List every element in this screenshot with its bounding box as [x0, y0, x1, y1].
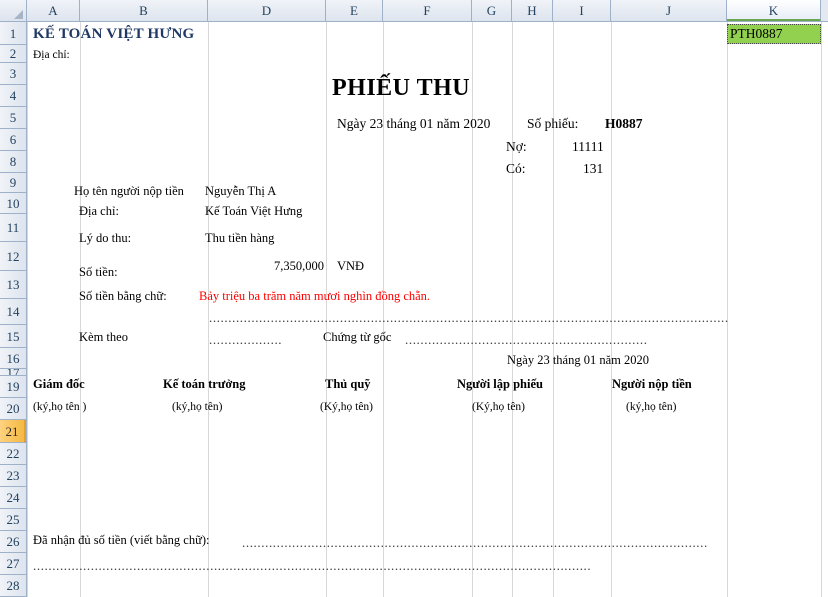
- attachment-doc-label: Chứng từ gốc: [323, 330, 392, 344]
- date-line: Ngày 23 tháng 01 năm 2020: [337, 116, 491, 131]
- signature-title-0: Giám đốc: [33, 377, 85, 391]
- signature-sub-4: (ký,họ tên): [626, 401, 677, 413]
- signature-title-4: Người nộp tiền: [612, 377, 692, 391]
- attachment-doc-dots: ........................................…: [405, 332, 648, 347]
- row-header-11[interactable]: 11: [0, 214, 26, 242]
- payer-label: Họ tên người nộp tiền: [74, 184, 184, 198]
- amount-label: Số tiền:: [79, 265, 118, 279]
- amount-words-label: Số tiền bằng chữ:: [79, 289, 167, 303]
- row-header-2[interactable]: 2: [0, 45, 26, 63]
- signature-sub-2: (Ký,họ tên): [320, 401, 374, 413]
- column-header-e[interactable]: E: [326, 0, 383, 21]
- row-header-3[interactable]: 3: [0, 63, 26, 85]
- bottom-date-line: Ngày 23 tháng 01 năm 2020: [507, 353, 649, 367]
- received-dots-line2: ........................................…: [33, 558, 592, 573]
- row-header-16[interactable]: 16: [0, 348, 26, 369]
- select-all-corner[interactable]: [0, 0, 27, 21]
- row-header-23[interactable]: 23: [0, 465, 26, 487]
- row-header-strip: 1234568910111213141516171920212223242526…: [0, 22, 27, 597]
- signature-sub-1: (ký,họ tên): [172, 401, 223, 413]
- company-address-label: Địa chỉ:: [33, 49, 70, 61]
- row-header-22[interactable]: 22: [0, 443, 26, 465]
- voucher-no-value: H0887: [605, 116, 643, 131]
- row-header-12[interactable]: 12: [0, 242, 26, 271]
- row-header-19[interactable]: 19: [0, 376, 26, 398]
- grid-line-v: [27, 22, 28, 597]
- row-header-13[interactable]: 13: [0, 271, 26, 299]
- row-header-15[interactable]: 15: [0, 325, 26, 348]
- row-header-20[interactable]: 20: [0, 398, 26, 420]
- row-header-28[interactable]: 28: [0, 575, 26, 597]
- column-header-g[interactable]: G: [472, 0, 512, 21]
- row-header-9[interactable]: 9: [0, 173, 26, 193]
- column-header-h[interactable]: H: [512, 0, 553, 21]
- grid-line-v: [80, 22, 81, 597]
- debit-label: Nợ:: [506, 139, 527, 154]
- grid-line-v: [821, 22, 822, 597]
- voucher-no-label: Số phiếu:: [527, 116, 579, 131]
- amount-value: 7,350,000: [274, 259, 324, 273]
- receipt-code-cell[interactable]: PTH0887: [727, 24, 821, 44]
- row-header-26[interactable]: 26: [0, 531, 26, 553]
- column-header-k[interactable]: K: [727, 0, 821, 21]
- row-header-27[interactable]: 27: [0, 553, 26, 575]
- column-header-strip: ABDEFGHIJK: [0, 0, 828, 22]
- attachment-dots: ...................: [209, 332, 283, 347]
- signature-sub-0: (ký,họ tên ): [33, 401, 87, 413]
- row-header-25[interactable]: 25: [0, 509, 26, 531]
- received-dots: ........................................…: [242, 535, 708, 550]
- signature-title-1: Kế toán trưởng: [163, 377, 246, 391]
- column-header-d[interactable]: D: [208, 0, 326, 21]
- dotted-line-14: ........................................…: [209, 310, 729, 325]
- payer-address-label: Địa chỉ:: [79, 204, 119, 218]
- row-header-5[interactable]: 5: [0, 107, 26, 129]
- signature-title-3: Người lập phiếu: [457, 377, 543, 391]
- currency-label: VNĐ: [337, 259, 365, 273]
- received-label: Đã nhận đủ số tiền (viết bằng chữ):: [33, 533, 210, 547]
- row-header-1[interactable]: 1: [0, 22, 26, 45]
- debit-value: 11111: [572, 139, 604, 154]
- column-header-i[interactable]: I: [553, 0, 611, 21]
- row-header-8[interactable]: 8: [0, 151, 26, 173]
- signature-sub-3: (Ký,họ tên): [472, 401, 526, 413]
- row-header-4[interactable]: 4: [0, 85, 26, 107]
- reason-label: Lý do thu:: [79, 231, 132, 245]
- sheet-grid[interactable]: KẾ TOÁN VIỆT HƯNG Địa chỉ: PTH0887 PHIẾU…: [27, 22, 828, 597]
- column-header-j[interactable]: J: [611, 0, 727, 21]
- column-header-a[interactable]: A: [27, 0, 80, 21]
- credit-value: 131: [583, 161, 604, 176]
- row-header-6[interactable]: 6: [0, 129, 26, 151]
- document-title: PHIẾU THU: [332, 75, 471, 101]
- payer-name-value: Nguyễn Thị A: [205, 184, 277, 198]
- row-header-24[interactable]: 24: [0, 487, 26, 509]
- receipt-code-text: PTH0887: [730, 26, 783, 41]
- column-header-b[interactable]: B: [80, 0, 208, 21]
- company-name: KẾ TOÁN VIỆT HƯNG: [33, 26, 195, 42]
- reason-value: Thu tiền hàng: [205, 231, 275, 245]
- column-header-f[interactable]: F: [383, 0, 472, 21]
- spreadsheet-window: KẾ TOÁN VIỆT HƯNG Địa chỉ: PTH0887 PHIẾU…: [0, 0, 828, 597]
- signature-title-2: Thủ quỹ: [325, 377, 371, 391]
- row-header-17[interactable]: 17: [0, 369, 26, 376]
- payer-address-value: Kế Toán Việt Hưng: [205, 204, 303, 218]
- attachment-label: Kèm theo: [79, 330, 128, 344]
- row-header-10[interactable]: 10: [0, 193, 26, 214]
- row-header-14[interactable]: 14: [0, 299, 26, 325]
- amount-words-value: Bảy triệu ba trăm năm mươi nghìn đồng ch…: [199, 289, 431, 303]
- credit-label: Có:: [506, 161, 526, 176]
- row-header-21[interactable]: 21: [0, 420, 26, 443]
